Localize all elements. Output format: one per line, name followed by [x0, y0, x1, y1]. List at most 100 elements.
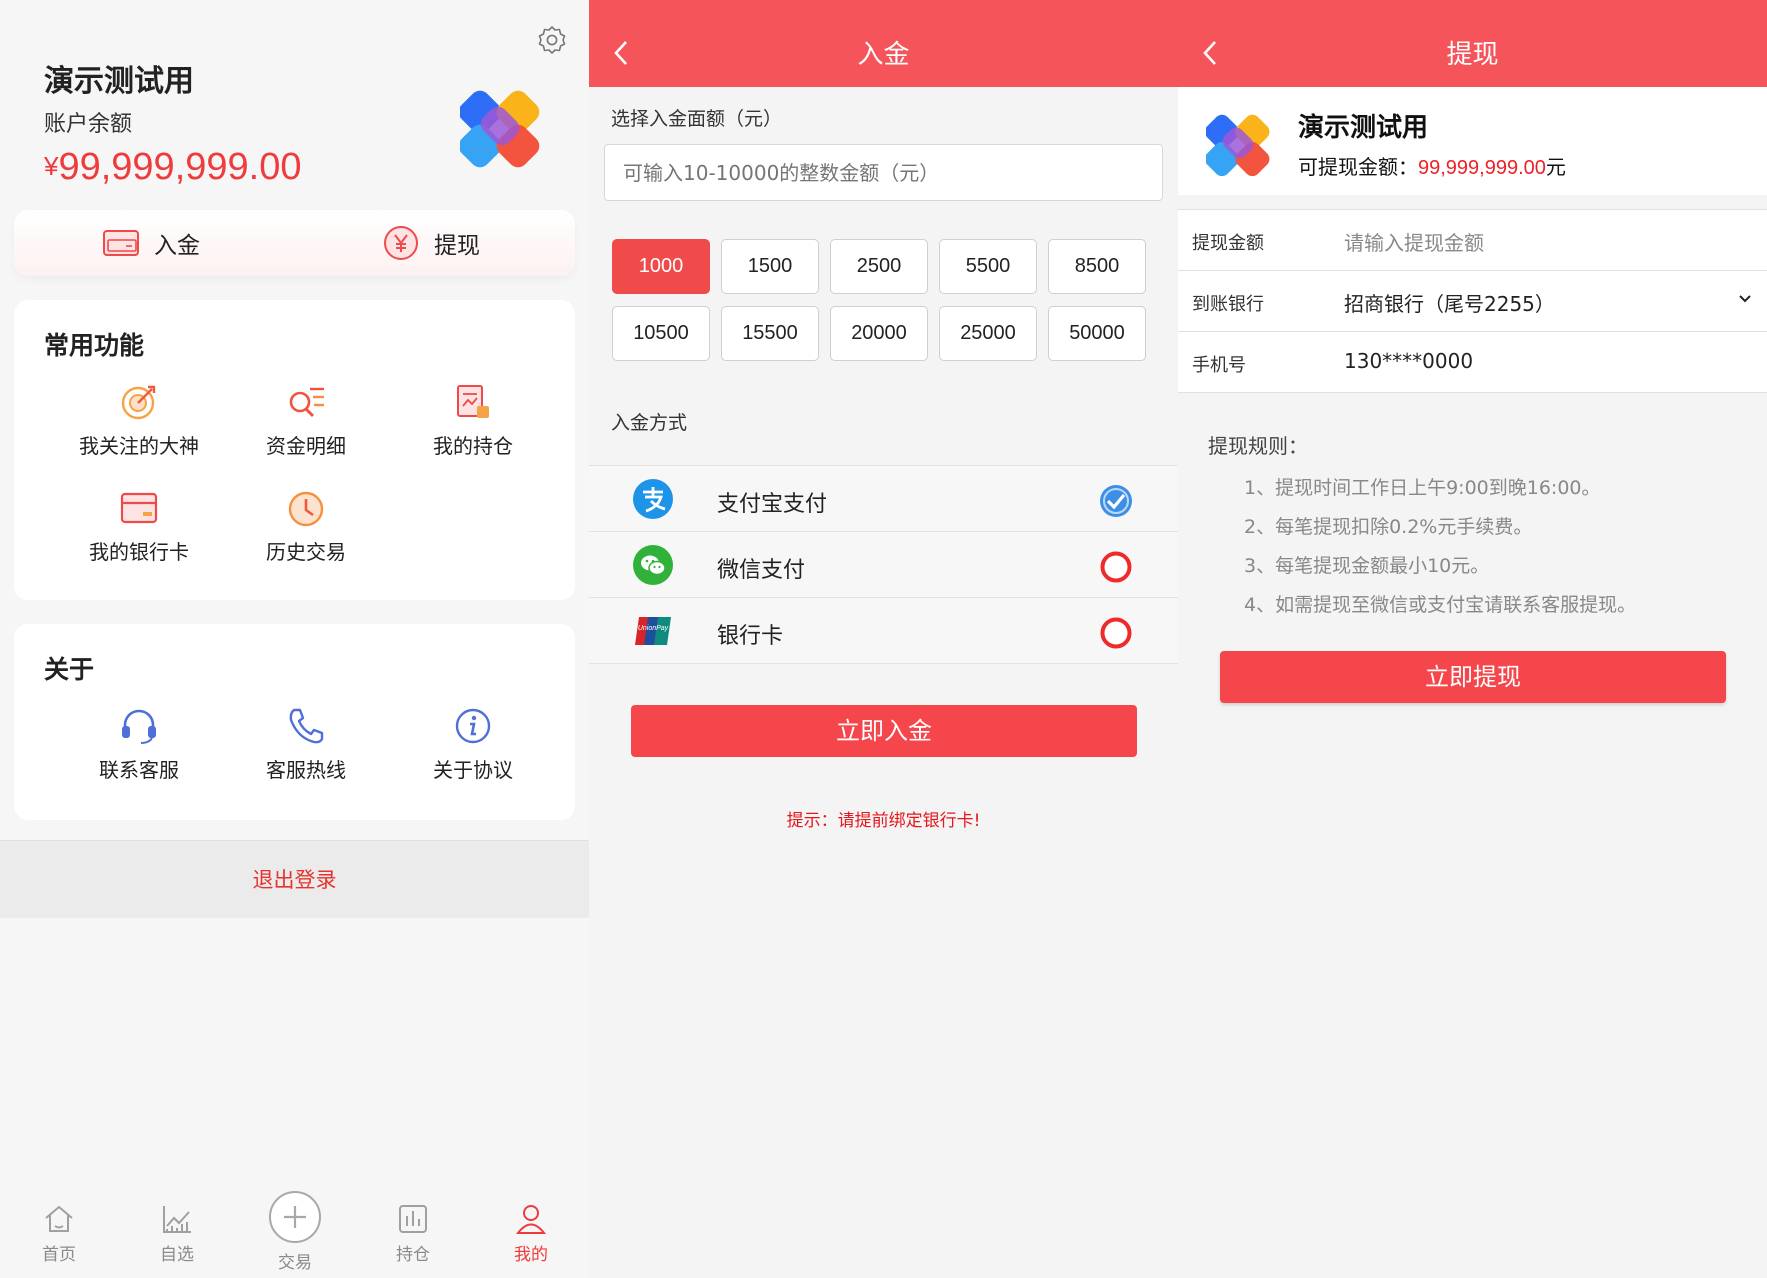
amount-input[interactable]	[604, 144, 1163, 201]
contact-service-item[interactable]: 联系客服	[55, 706, 223, 783]
user-icon	[515, 1205, 547, 1234]
unionpay-icon: UnionPay	[635, 617, 671, 645]
withdraw-rule: 3、每笔提现金额最小10元。	[1244, 555, 1490, 577]
amount-option[interactable]: 25000	[939, 306, 1037, 361]
payment-method-label: 入金方式	[611, 412, 688, 434]
fund-details-item[interactable]: 资金明细	[222, 382, 390, 459]
deposit-header: 入金	[589, 0, 1178, 87]
withdraw-rule: 2、每笔提现扣除0.2%元手续费。	[1244, 516, 1533, 538]
amount-option[interactable]: 1000	[612, 239, 710, 294]
available-amount: 可提现金额：99,999,999.00元	[1298, 151, 1566, 180]
plus-circle-icon	[269, 1191, 321, 1243]
holdings-icon	[457, 385, 489, 418]
deposit-label: 入金	[154, 233, 200, 259]
radio-unchecked-icon[interactable]	[1099, 550, 1133, 584]
followed-masters-item[interactable]: 我关注的大神	[55, 382, 223, 459]
tab-home[interactable]: 首页	[19, 1202, 99, 1265]
amount-option[interactable]: 10500	[612, 306, 710, 361]
my-holdings-item[interactable]: 我的持仓	[389, 382, 557, 459]
payment-option-wechat[interactable]: 微信支付	[589, 532, 1178, 598]
withdraw-header: 提现	[1178, 0, 1767, 87]
yen-circle-icon	[384, 226, 418, 260]
payment-option-alipay[interactable]: 支付宝支付	[589, 466, 1178, 532]
about-agreement-label: 关于协议	[433, 758, 513, 782]
tab-watchlist-label: 自选	[160, 1245, 194, 1265]
withdraw-rules-title: 提现规则：	[1208, 434, 1308, 458]
chevron-down-icon[interactable]	[1738, 293, 1752, 305]
deposit-title: 入金	[857, 40, 910, 70]
info-icon	[455, 708, 491, 744]
withdraw-button[interactable]: 提现	[382, 222, 480, 264]
phone-icon	[289, 708, 324, 744]
service-hotline-item[interactable]: 客服热线	[222, 706, 390, 783]
deposit-tip: 提示：请提前绑定银行卡!	[786, 811, 981, 831]
tab-holdings-label: 持仓	[396, 1245, 430, 1265]
history-trades-label: 历史交易	[266, 540, 346, 564]
phone-row: 手机号 130****0000	[1178, 332, 1767, 393]
service-hotline-label: 客服热线	[266, 758, 346, 782]
wechat-icon	[633, 545, 673, 585]
tab-trade-label: 交易	[278, 1253, 312, 1273]
balance-label: 账户余额	[44, 112, 133, 137]
deposit-page: 入金 选择入金面额（元） 1000 1500 2500 5500 8500 10…	[589, 0, 1178, 1278]
payment-option-label: 银行卡	[717, 624, 784, 649]
user-name: 演示测试用	[44, 64, 194, 99]
bottom-tab-bar: 首页 自选 交易 持仓 我的	[0, 1180, 589, 1278]
amount-option[interactable]: 20000	[830, 306, 928, 361]
my-bank-card-label: 我的银行卡	[89, 540, 189, 564]
my-holdings-label: 我的持仓	[433, 434, 513, 458]
app-logo-icon	[460, 90, 540, 168]
amount-option[interactable]: 2500	[830, 239, 928, 294]
tab-holdings[interactable]: 持仓	[373, 1202, 453, 1265]
withdraw-amount-input[interactable]: 请输入提现金额	[1344, 227, 1484, 256]
radio-unchecked-icon[interactable]	[1099, 616, 1133, 650]
settings-gear-icon[interactable]	[536, 24, 568, 56]
withdraw-label: 提现	[434, 233, 480, 259]
tab-trade[interactable]: 交易	[255, 1190, 335, 1273]
withdraw-submit-button[interactable]: 立即提现	[1220, 651, 1726, 703]
withdraw-account-card: 演示测试用 可提现金额：99,999,999.00元	[1178, 87, 1767, 195]
withdraw-rule: 1、提现时间工作日上午9:00到晚16:00。	[1244, 477, 1601, 499]
receiving-bank-select[interactable]: 招商银行（尾号2255）	[1344, 288, 1555, 317]
bank-card-icon	[120, 492, 158, 524]
balance-actions: 入金 提现	[14, 210, 575, 276]
profile-header: 演示测试用 账户余额 ¥99,999,999.00	[0, 0, 589, 222]
radio-checked-icon[interactable]	[1099, 484, 1133, 518]
amount-option[interactable]: 50000	[1048, 306, 1146, 361]
amount-option[interactable]: 15500	[721, 306, 819, 361]
balance-amount: ¥99,999,999.00	[44, 146, 301, 189]
payment-option-label: 微信支付	[717, 558, 806, 583]
withdraw-amount-label: 提现金额	[1192, 233, 1264, 254]
wallet-icon	[103, 230, 139, 256]
svg-text:UnionPay: UnionPay	[638, 625, 669, 632]
common-functions-title: 常用功能	[44, 331, 145, 360]
withdraw-user-name: 演示测试用	[1298, 113, 1429, 143]
tab-watchlist[interactable]: 自选	[137, 1202, 217, 1265]
my-bank-card-item[interactable]: 我的银行卡	[55, 488, 223, 565]
payment-option-bank-card[interactable]: UnionPay 银行卡	[589, 598, 1178, 664]
headset-icon	[122, 709, 156, 744]
deposit-button[interactable]: 入金	[102, 222, 200, 264]
payment-method-list: 支付宝支付 微信支付 UnionPay 银行卡	[589, 465, 1178, 664]
amount-option[interactable]: 8500	[1048, 239, 1146, 294]
withdraw-form: 提现金额 请输入提现金额 到账银行 招商银行（尾号2255） 手机号 130**…	[1178, 209, 1767, 393]
fund-details-label: 资金明细	[266, 434, 346, 458]
fund-search-icon	[289, 387, 324, 418]
currency-symbol: ¥	[44, 151, 59, 181]
bar-chart-icon	[399, 1205, 427, 1233]
chart-line-icon	[163, 1206, 191, 1233]
about-agreement-item[interactable]: 关于协议	[389, 706, 557, 783]
deposit-submit-button[interactable]: 立即入金	[631, 705, 1137, 757]
about-title: 关于	[44, 655, 95, 684]
common-functions-card: 常用功能 我关注的大神 资金明细 我的持仓 我的银行卡 历史交易	[14, 300, 575, 600]
receiving-bank-row[interactable]: 到账银行 招商银行（尾号2255）	[1178, 271, 1767, 332]
phone-value: 130****0000	[1344, 349, 1474, 373]
amount-section-label: 选择入金面额（元）	[611, 108, 783, 130]
logout-button[interactable]: 退出登录	[0, 840, 589, 918]
amount-option[interactable]: 5500	[939, 239, 1037, 294]
tab-mine-label: 我的	[514, 1245, 548, 1265]
amount-option[interactable]: 1500	[721, 239, 819, 294]
withdraw-rule: 4、如需提现至微信或支付宝请联系客服提现。	[1244, 594, 1637, 616]
history-trades-item[interactable]: 历史交易	[222, 488, 390, 565]
tab-mine[interactable]: 我的	[491, 1202, 571, 1265]
